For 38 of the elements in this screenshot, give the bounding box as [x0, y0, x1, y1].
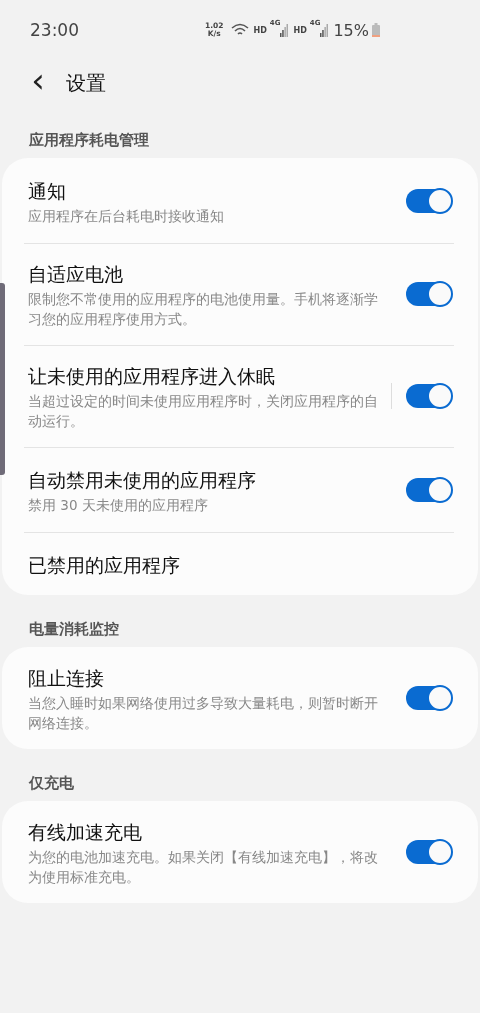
toggle-switch[interactable]: [406, 477, 450, 502]
setting-description: 当您入睡时如果网络使用过多导致大量耗电，则暂时断开网络连接。: [28, 694, 379, 733]
setting-description: 应用程序在后台耗电时接收通知: [28, 206, 225, 226]
battery-icon: [372, 23, 380, 37]
back-button[interactable]: ‹: [22, 63, 54, 103]
toggle-switch[interactable]: [406, 840, 450, 864]
page-title: 设置: [66, 69, 106, 97]
wifi-icon: [230, 23, 249, 37]
setting-title: 通知: [28, 178, 67, 204]
section-title: 电量消耗监控: [28, 620, 120, 639]
setting-title: 已禁用的应用程序: [28, 552, 181, 578]
setting-description: 禁用 30 天未使用的应用程序: [28, 495, 209, 515]
hd-label: HD: [253, 25, 267, 35]
setting-row[interactable]: 通知 应用程序在后台耗电时接收通知: [2, 158, 478, 243]
setting-title: 自适应电池: [28, 262, 124, 287]
setting-title: 有线加速充电: [28, 820, 143, 845]
section-title: 仅充电: [27, 774, 75, 793]
signal-icon: [280, 23, 289, 37]
status-time: 23:00: [30, 20, 79, 40]
setting-description: 为您的电池加速充电。如果关闭【有线加速充电】，将改为使用标准充电。: [28, 848, 379, 887]
hd-label: HD: [293, 25, 307, 35]
setting-description: 当超过设定的时间未使用应用程序时，关闭应用程序的自动运行。: [28, 392, 379, 431]
setting-title: 自动禁用未使用的应用程序: [28, 467, 257, 493]
setting-title: 让未使用的应用程序进入休眠: [28, 364, 276, 389]
setting-row[interactable]: 已禁用的应用程序: [2, 532, 478, 595]
toggle-switch[interactable]: [406, 188, 450, 213]
edge-panel-handle[interactable]: [0, 283, 5, 475]
toggle-switch[interactable]: [406, 686, 450, 710]
setting-row[interactable]: 阻止连接 当您入睡时如果网络使用过多导致大量耗电，则暂时断开网络连接。: [2, 647, 478, 749]
setting-title: 阻止连接: [28, 666, 105, 691]
setting-description: 限制您不常使用的应用程序的电池使用量。手机将逐渐学习您的应用程序使用方式。: [28, 290, 379, 329]
battery-percent: 15%: [333, 20, 369, 40]
signal-icon: [320, 23, 329, 37]
section-title: 应用程序耗电管理: [28, 131, 150, 150]
setting-row[interactable]: 有线加速充电 为您的电池加速充电。如果关闭【有线加速充电】，将改为使用标准充电。: [2, 801, 478, 903]
toggle-switch[interactable]: [406, 282, 450, 306]
setting-row[interactable]: 自动禁用未使用的应用程序 禁用 30 天未使用的应用程序: [2, 447, 478, 532]
toggle-switch[interactable]: [406, 384, 450, 408]
